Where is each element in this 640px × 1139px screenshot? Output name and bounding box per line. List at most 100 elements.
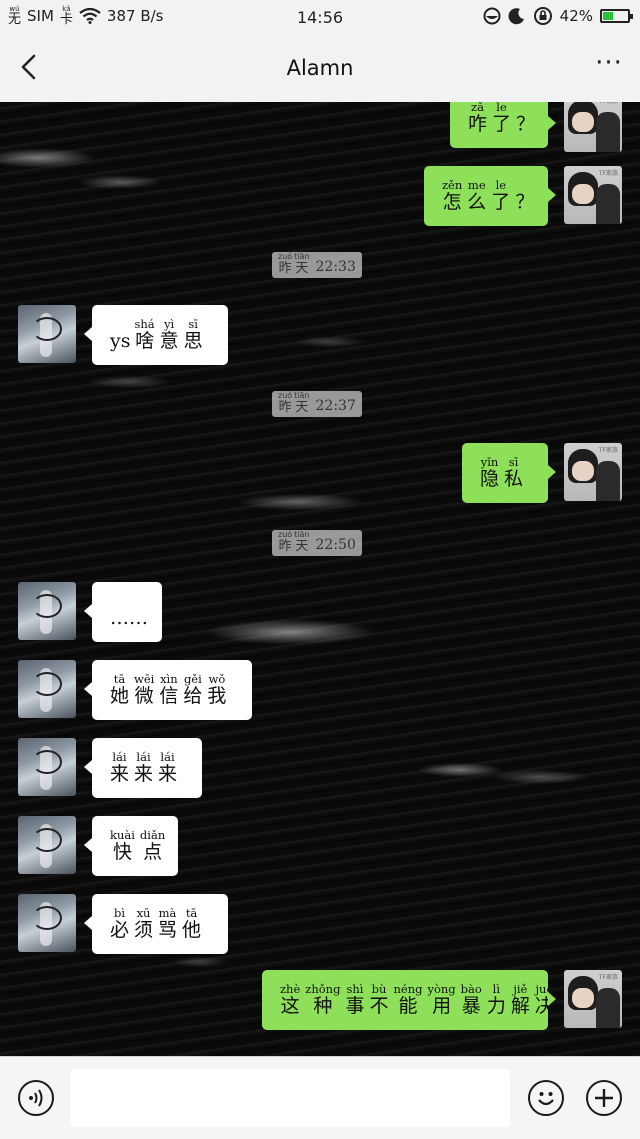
contact-avatar[interactable] [18,582,76,640]
voice-button[interactable] [18,1080,54,1116]
emoji-icon [538,1092,554,1106]
plus-icon [595,1089,613,1107]
incoming-message[interactable]: ys shá 啥 yì 意 sī 思 [84,305,228,365]
incoming-message[interactable]: tā 她 wēi 微 xìn 信 gěi 给 wǒ 我 [84,660,252,721]
my-avatar[interactable]: TF家族 [564,166,622,224]
ruby-word: wǒ 我 [207,673,227,707]
hanzi: 我 [207,685,227,707]
ruby-word: shì 事 [345,981,364,1017]
contact-avatar[interactable] [18,894,76,952]
ruby-word: tiān 天 [294,531,309,554]
avatar-tag: TF家族 [598,447,618,454]
incoming-message[interactable]: lái 来 lái 来 lái 来 [84,738,202,799]
pinyin: jiě [513,981,528,996]
outgoing-message[interactable]: yǐn 隐 sī 私 [462,443,556,503]
pinyin: lái [160,749,175,764]
pinyin [524,102,528,113]
incoming-message[interactable]: …… [84,582,162,642]
status-right: 42% [483,6,633,26]
pinyin: tā [113,671,126,686]
pinyin: kuài [110,827,135,842]
hanzi: 信 [159,685,179,707]
message-text: zǎ 咋 le 了 ？ [468,102,540,148]
my-avatar[interactable]: TF家族 [564,102,622,152]
pinyin: tā [185,905,198,920]
ruby-word: zuó 昨 [278,391,293,415]
ruby-word: yòng 用 [427,981,456,1017]
battery-percent: 42% [559,7,593,25]
hanzi: 微 [134,685,154,707]
pinyin: le [496,102,507,114]
hanzi: 意 [159,330,179,352]
ruby-word: wēi 微 [134,671,155,707]
ruby-word: tiān 天 [294,392,309,415]
voice-icon [29,1089,43,1107]
pinyin: zhè [280,981,301,996]
ruby-word: néng 能 [393,981,423,1017]
ruby-word: yǐn 隐 [480,456,499,490]
ruby-word: tā 她 [110,671,130,707]
pinyin: sī [508,454,519,469]
hanzi: 解 [510,995,530,1017]
hanzi: 来 [158,763,178,785]
hanzi: 怎 [442,191,462,213]
incoming-message[interactable]: kuài 快 diǎn 点 [84,816,178,876]
hanzi: 天 [295,261,309,276]
pinyin: bù [371,981,387,996]
ruby-word: zǎ 咋 [468,102,487,134]
pinyin: yòng [427,981,456,996]
ruby-word: le 了 [492,102,511,134]
message-list[interactable]: TF家族zǎ咋le了 ？TF家族zěn怎me么le了 ？zuó昨tiān天22:… [0,102,640,1056]
emoji-button[interactable] [528,1080,564,1116]
hanzi: 啥 [135,330,155,352]
pinyin: néng [393,981,423,996]
hanzi: 天 [295,539,309,554]
ruby-word: me 么 [467,179,486,213]
hanzi: 决 [534,995,554,1017]
pinyin: shì [346,981,364,996]
contact-avatar[interactable] [18,660,76,718]
my-avatar[interactable]: TF家族 [564,443,622,501]
ruby-word: lái 来 [110,749,130,785]
pinyin: zuó [278,530,293,539]
message-input[interactable] [70,1069,510,1127]
hanzi: 来 [110,763,130,785]
hanzi: 他 [182,919,202,941]
ruby-word: zuó 昨 [278,530,293,554]
contact-avatar[interactable] [18,816,76,874]
contact-avatar[interactable] [18,305,76,363]
hanzi: 她 [110,685,130,707]
chat-header: Alamn ··· [0,34,640,103]
outgoing-message[interactable]: zǎ 咋 le 了 ？ [450,102,556,148]
message-text: lái 来 lái 来 lái 来 [110,749,182,799]
message-text: bì 必 xū 须 mà 骂 tā 他 [110,905,206,955]
plain-text: …… [110,607,148,629]
timestamp: zuó 昨 tiān 天 22:50 [272,530,362,556]
hanzi: 骂 [158,919,178,941]
hanzi: 了 [492,113,512,135]
avatar-tag: TF家族 [599,102,618,105]
ruby-word: kuài 快 [110,827,135,863]
pinyin: zuó [278,391,293,400]
hanzi: ？ [516,113,536,135]
my-avatar[interactable]: TF家族 [564,970,622,1028]
ruby-word: yì 意 [159,318,179,352]
battery-icon [600,9,633,23]
hanzi: 种 [313,995,333,1017]
ruby-word: zhè 这 [280,981,301,1017]
rotation-lock-icon [533,7,552,25]
status-bar: wú 无 SIM kǎ 卡 387 B/s 14:56 42% [0,0,640,34]
more-dots-icon[interactable]: ··· [592,50,626,82]
plus-button[interactable] [586,1080,622,1116]
pinyin: wēi [134,671,155,686]
message-text: tā 她 wēi 微 xìn 信 gěi 给 wǒ 我 [110,671,231,721]
ruby-word: bù 不 [369,981,388,1017]
outgoing-message[interactable]: zhè 这 zhǒng 种 shì 事 bù 不 néng 能 yòng 用 bào 暴 lì 力 jiě 解 ju… [262,970,556,1030]
outgoing-message[interactable]: zěn 怎 me 么 le 了 ？ [424,166,556,226]
pinyin: lái [112,749,127,764]
hanzi: 力 [486,995,506,1017]
ruby-word: diǎn 点 [140,829,165,863]
contact-avatar[interactable] [18,738,76,796]
incoming-message[interactable]: bì 必 xū 须 mà 骂 tā 他 [84,894,228,955]
ruby-word: lái 来 [134,751,153,785]
